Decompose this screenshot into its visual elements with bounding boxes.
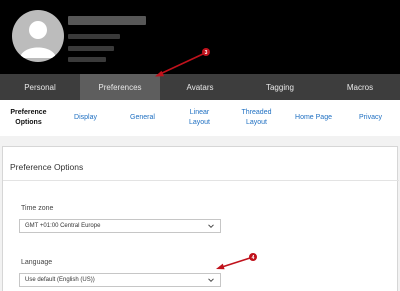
tab-personal[interactable]: Personal — [0, 74, 80, 100]
timezone-label: Time zone — [21, 205, 54, 212]
preference-subtabs: Preference Options Display General Linea… — [0, 100, 400, 136]
tab-avatars[interactable]: Avatars — [160, 74, 240, 100]
subtab-label: Preference Options — [10, 109, 47, 126]
divider — [3, 180, 399, 181]
main-tabs: Personal Preferences Avatars Tagging Mac… — [0, 74, 400, 100]
timezone-value: GMT +01:00 Central Europe — [25, 223, 101, 229]
tab-macros[interactable]: Macros — [320, 74, 400, 100]
tab-tagging[interactable]: Tagging — [240, 74, 320, 100]
subtab-linear-layout[interactable]: Linear Layout — [171, 100, 228, 136]
blurred-detail — [68, 46, 114, 51]
subtab-display[interactable]: Display — [57, 100, 114, 136]
subtab-label: Threaded Layout — [241, 109, 272, 126]
subtab-home-page[interactable]: Home Page — [285, 100, 342, 136]
chevron-down-icon — [208, 278, 214, 283]
language-value: Use default (English (US)) — [25, 277, 95, 283]
subtab-label: Display — [74, 114, 97, 121]
subtab-threaded-layout[interactable]: Threaded Layout — [228, 100, 285, 136]
subtab-general[interactable]: General — [114, 100, 171, 136]
language-select[interactable]: Use default (English (US)) — [19, 273, 221, 287]
timezone-select[interactable]: GMT +01:00 Central Europe — [19, 219, 221, 233]
subtab-label: Privacy — [359, 114, 382, 121]
subtab-preference-options[interactable]: Preference Options — [0, 100, 57, 136]
blurred-username — [68, 16, 146, 25]
profile-header — [0, 0, 400, 74]
avatar[interactable] — [12, 10, 64, 62]
subtab-privacy[interactable]: Privacy — [342, 100, 399, 136]
blurred-detail — [68, 57, 106, 62]
panel-title: Preference Options — [10, 162, 84, 172]
person-silhouette-icon — [20, 21, 56, 58]
preference-options-panel: Preference Options Time zone GMT +01:00 … — [2, 146, 399, 291]
subtab-label: General — [130, 114, 155, 121]
chevron-down-icon — [208, 224, 214, 229]
content-area: Preference Options Time zone GMT +01:00 … — [0, 136, 400, 291]
subtab-label: Home Page — [295, 114, 332, 121]
blurred-detail — [68, 34, 120, 39]
subtab-label: Linear Layout — [188, 109, 211, 126]
tab-preferences[interactable]: Preferences — [80, 74, 160, 100]
language-label: Language — [21, 259, 53, 266]
